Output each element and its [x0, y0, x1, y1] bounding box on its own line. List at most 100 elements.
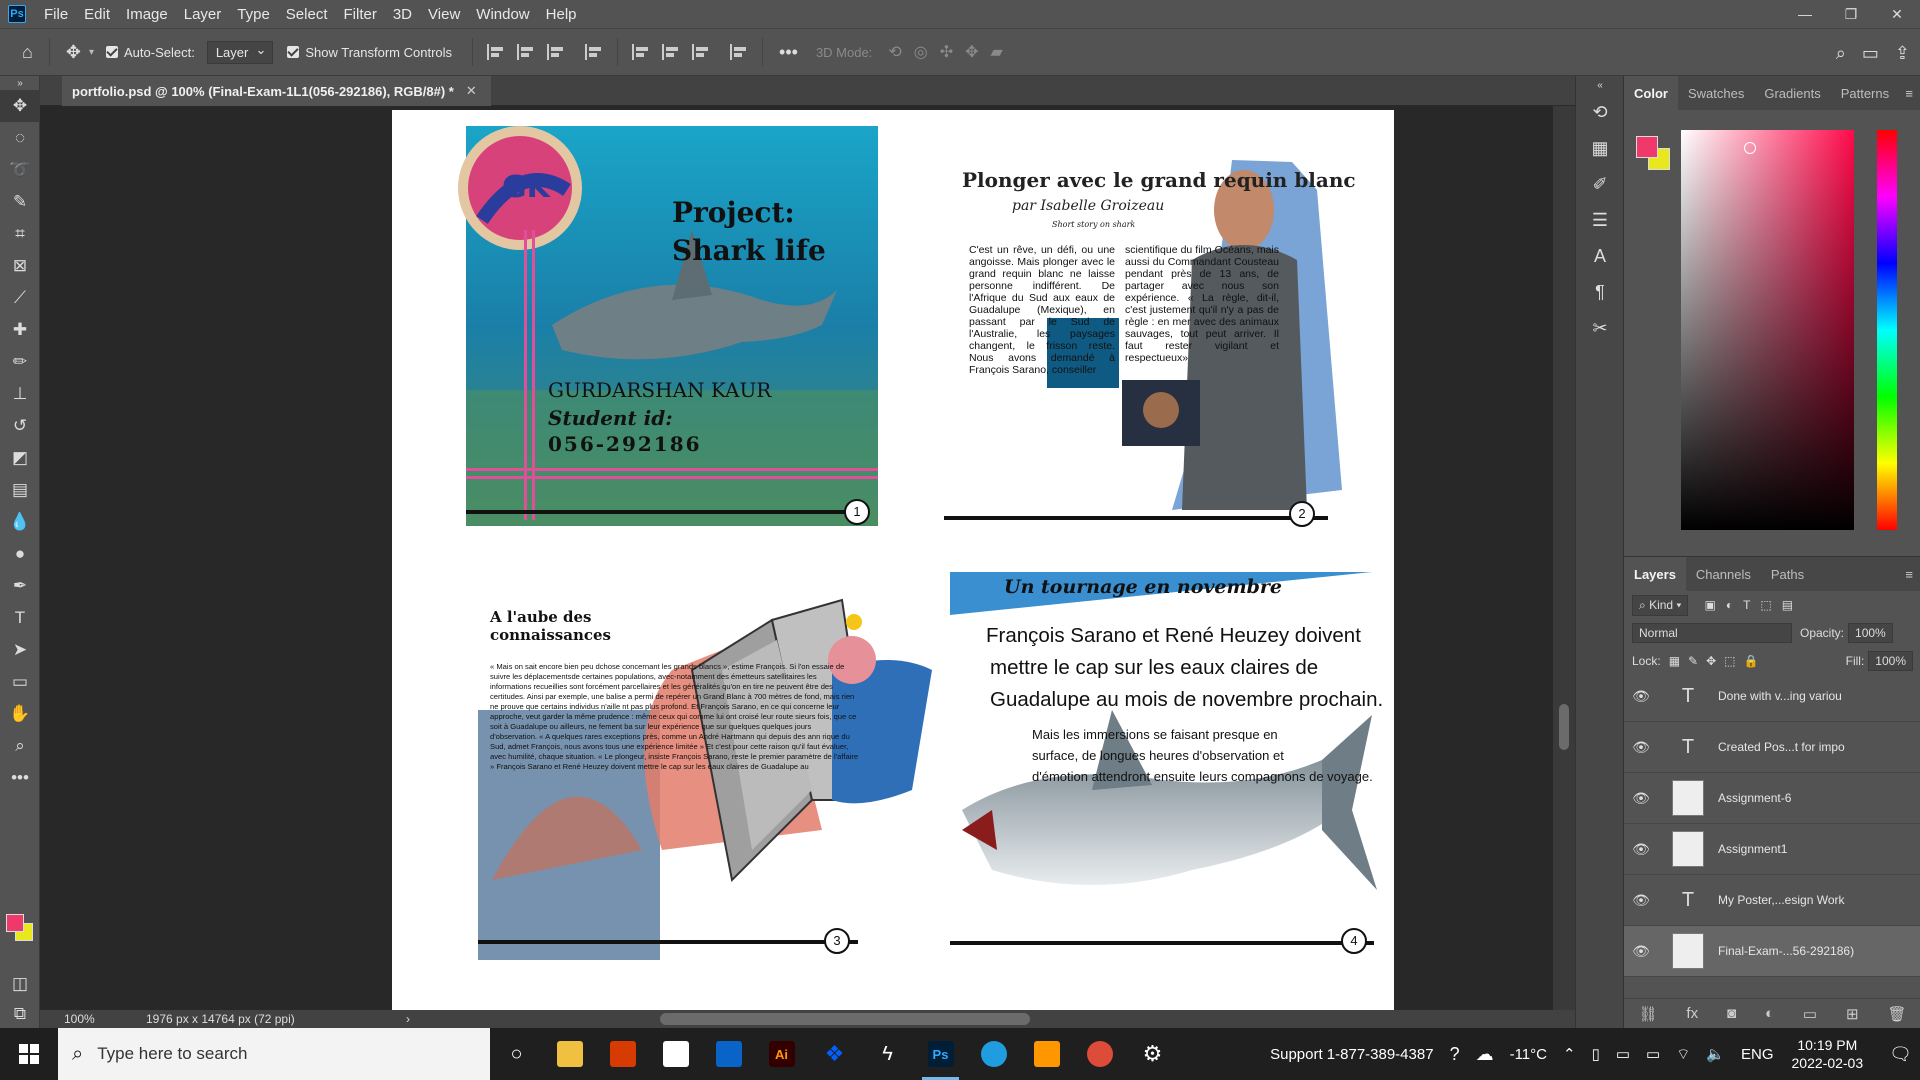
- add-mask-icon[interactable]: ◙: [1727, 1005, 1736, 1022]
- layer-name[interactable]: Assignment-6: [1718, 791, 1791, 805]
- distribute-icon[interactable]: [585, 44, 603, 60]
- 3d-pan-icon[interactable]: ✣: [940, 42, 953, 62]
- vertical-scrollbar[interactable]: [1553, 106, 1575, 1010]
- close-tab-icon[interactable]: ✕: [466, 83, 477, 99]
- notifications-icon[interactable]: 🗨: [1889, 1044, 1912, 1065]
- foreground-color-swatch[interactable]: [1636, 136, 1658, 158]
- layer-name[interactable]: Assignment1: [1718, 842, 1787, 856]
- restore-button[interactable]: ❐: [1828, 0, 1874, 28]
- libraries-icon[interactable]: ▦: [1576, 130, 1624, 166]
- taskbar-app-file-explorer[interactable]: [543, 1028, 596, 1080]
- lock-pixels-icon[interactable]: ✎: [1688, 654, 1698, 668]
- blur-tool-icon[interactable]: 💧: [0, 506, 40, 538]
- workspace-icon[interactable]: ▭: [1862, 43, 1879, 64]
- visibility-eye-icon[interactable]: 👁: [1624, 790, 1658, 807]
- taskbar-search[interactable]: ⌕ Type here to search: [58, 1028, 490, 1080]
- crop-tool-icon[interactable]: ⌗: [0, 218, 40, 250]
- menu-window[interactable]: Window: [468, 6, 537, 23]
- tab-patterns[interactable]: Patterns: [1831, 76, 1899, 110]
- align-top-icon[interactable]: [632, 44, 650, 60]
- layer-name[interactable]: My Poster,...esign Work: [1718, 893, 1845, 907]
- move-tool-icon[interactable]: ✥: [0, 90, 40, 122]
- quick-select-tool-icon[interactable]: ✎: [0, 186, 40, 218]
- chevron-down-icon[interactable]: ▾: [89, 47, 94, 58]
- panel-menu-icon[interactable]: ≡: [1905, 86, 1920, 101]
- history-icon[interactable]: ⟲: [1576, 94, 1624, 130]
- wifi-icon[interactable]: ⌔: [1676, 1045, 1690, 1064]
- volume-icon[interactable]: 🔈: [1706, 1045, 1725, 1063]
- filter-adjustment-icon[interactable]: ◐: [1726, 598, 1733, 612]
- tool-presets-icon[interactable]: ✂: [1576, 310, 1624, 346]
- chevron-up-icon[interactable]: ⌃: [1563, 1045, 1576, 1063]
- kind-filter-dropdown[interactable]: ⌕ Kind ▾: [1632, 594, 1689, 616]
- new-layer-icon[interactable]: ⊞: [1846, 1005, 1859, 1023]
- visibility-eye-icon[interactable]: 👁: [1624, 739, 1658, 756]
- layer-row[interactable]: 👁 T Done with v...ing variou: [1624, 671, 1920, 722]
- canvas-area[interactable]: Project: Shark life GK GURDARSHAN KAUR S…: [40, 106, 1575, 1010]
- adjustment-layer-icon[interactable]: ◐: [1765, 1005, 1774, 1022]
- screen-mode-icon[interactable]: ⧉: [0, 998, 40, 1030]
- delete-layer-icon[interactable]: 🗑: [1888, 1005, 1907, 1023]
- taskbar-app-shortcut[interactable]: ϟ: [861, 1028, 914, 1080]
- scrollbar-thumb[interactable]: [1559, 704, 1569, 750]
- tab-channels[interactable]: Channels: [1686, 557, 1761, 591]
- 3d-roll-icon[interactable]: ◎: [914, 42, 928, 62]
- taskbar-app-photoshop[interactable]: Ps: [914, 1028, 967, 1080]
- menu-view[interactable]: View: [420, 6, 468, 23]
- layer-name[interactable]: Created Pos...t for impo: [1718, 740, 1845, 754]
- temperature[interactable]: -11°C: [1510, 1046, 1547, 1063]
- visibility-eye-icon[interactable]: 👁: [1624, 688, 1658, 705]
- visibility-eye-icon[interactable]: 👁: [1624, 841, 1658, 858]
- blend-mode-dropdown[interactable]: Normal: [1632, 623, 1792, 643]
- search-icon[interactable]: ⌕: [1836, 43, 1846, 64]
- align-bottom-icon[interactable]: [692, 44, 710, 60]
- history-brush-tool-icon[interactable]: ↺: [0, 410, 40, 442]
- start-button[interactable]: [0, 1028, 58, 1080]
- opacity-field[interactable]: 100%: [1848, 623, 1893, 643]
- lock-transparent-icon[interactable]: ▦: [1669, 654, 1680, 668]
- hue-slider[interactable]: [1877, 130, 1897, 530]
- align-right-icon[interactable]: [547, 44, 565, 60]
- device-icon[interactable]: ▯: [1592, 1045, 1600, 1063]
- horizontal-scrollbar[interactable]: [660, 1013, 1030, 1025]
- share-icon[interactable]: ⇪: [1895, 43, 1910, 64]
- character-icon[interactable]: A: [1576, 238, 1624, 274]
- tab-color[interactable]: Color: [1624, 76, 1678, 110]
- align-left-icon[interactable]: [487, 44, 505, 60]
- help-icon[interactable]: ?: [1450, 1044, 1460, 1065]
- layer-row-selected[interactable]: 👁 Final-Exam-...56-292186): [1624, 926, 1920, 977]
- color-picker-field[interactable]: [1681, 130, 1854, 530]
- align-center-icon[interactable]: [517, 44, 535, 60]
- eyedropper-tool-icon[interactable]: ⟋: [0, 282, 40, 314]
- path-selection-tool-icon[interactable]: ➤: [0, 634, 40, 666]
- lock-all-icon[interactable]: 🔒: [1744, 654, 1759, 668]
- support-phone[interactable]: Support 1-877-389-4387: [1270, 1046, 1433, 1063]
- menu-3d[interactable]: 3D: [385, 6, 420, 23]
- tab-layers[interactable]: Layers: [1624, 557, 1686, 591]
- type-tool-icon[interactable]: T: [0, 602, 40, 634]
- color-swatches[interactable]: [6, 914, 34, 942]
- layer-row[interactable]: 👁 T Created Pos...t for impo: [1624, 722, 1920, 773]
- layer-row[interactable]: 👁 Assignment1: [1624, 824, 1920, 875]
- menu-select[interactable]: Select: [278, 6, 336, 23]
- distribute-vertical-icon[interactable]: [730, 44, 748, 60]
- layer-row[interactable]: 👁 T My Poster,...esign Work: [1624, 875, 1920, 926]
- move-tool-icon[interactable]: ✥: [66, 42, 81, 63]
- hand-tool-icon[interactable]: ✋: [0, 698, 40, 730]
- menu-file[interactable]: File: [36, 6, 76, 23]
- taskbar-app-settings[interactable]: ⚙: [1126, 1028, 1179, 1080]
- taskbar-app-chrome[interactable]: [1073, 1028, 1126, 1080]
- pen-tool-icon[interactable]: ✒: [0, 570, 40, 602]
- new-group-icon[interactable]: ▭: [1803, 1005, 1817, 1023]
- more-tools-icon[interactable]: •••: [0, 762, 40, 794]
- 3d-scale-icon[interactable]: ▰: [991, 42, 1003, 62]
- taskbar-app-edge[interactable]: [967, 1028, 1020, 1080]
- auto-select-target-dropdown[interactable]: Layer: [206, 40, 274, 64]
- lock-position-icon[interactable]: ✥: [1706, 654, 1716, 668]
- display-icon[interactable]: ▭: [1616, 1045, 1630, 1063]
- brush-tool-icon[interactable]: ✏: [0, 346, 40, 378]
- home-icon[interactable]: ⌂: [22, 42, 33, 63]
- tab-paths[interactable]: Paths: [1761, 557, 1814, 591]
- document-tab[interactable]: portfolio.psd @ 100% (Final-Exam-1L1(056…: [62, 76, 491, 106]
- gradient-tool-icon[interactable]: ▤: [0, 474, 40, 506]
